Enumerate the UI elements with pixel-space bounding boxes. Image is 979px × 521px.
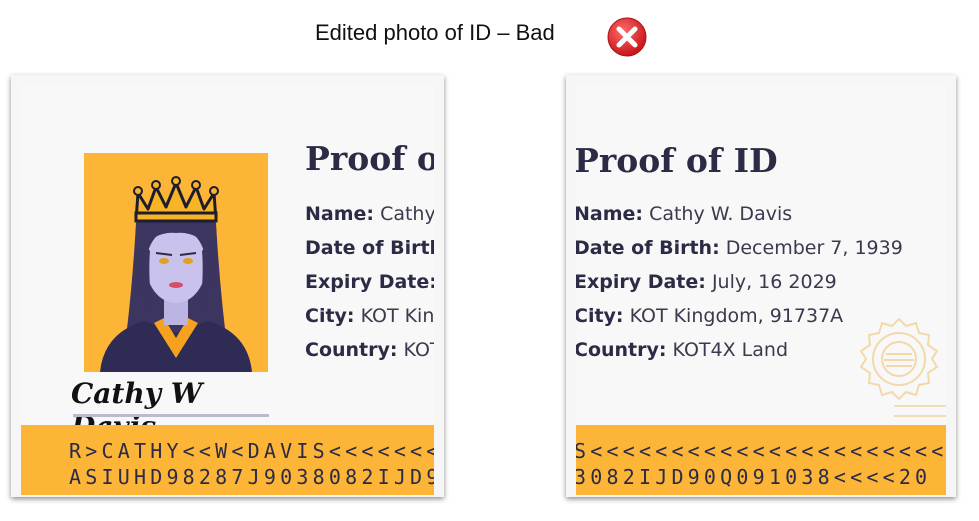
mrz-band: R>CATHY<<W<DAVIS<<<<<<<< ASIUHD98287J903…: [21, 425, 434, 495]
field-city: City: KOT Kin: [305, 305, 434, 327]
signature-underline: [73, 414, 269, 417]
seal-decoration-lines: [894, 405, 946, 425]
edited-id-card-right: Proof of ID Name: Cathy W. Davis Date of…: [566, 75, 956, 497]
mrz-line-1: R>CATHY<<W<DAVIS<<<<<<<<: [69, 439, 434, 463]
card-title: Proof of: [305, 139, 434, 178]
mrz-line-2: 3082IJD90Q091038<<<<20: [576, 465, 932, 489]
edited-id-card-left: Cathy W Davis Proof of Name: Cathy Date …: [11, 75, 444, 497]
seal-watermark-icon: [859, 317, 939, 401]
field-expiry-date: Expiry Date: July, 16 2029: [576, 271, 837, 293]
field-city: City: KOT Kingdom, 91737A: [576, 305, 844, 327]
field-date-of-birth: Date of Birth: December 7, 1939: [576, 237, 903, 259]
signature: Cathy W Davis: [71, 377, 203, 443]
header: Edited photo of ID – Bad: [0, 16, 979, 57]
mrz-line-2: ASIUHD98287J9038082IJD90: [69, 465, 434, 489]
queen-avatar-icon: [100, 176, 252, 372]
page-title: Edited photo of ID – Bad: [315, 20, 555, 45]
field-name: Name: Cathy: [305, 203, 434, 225]
field-date-of-birth: Date of Birth: [305, 237, 434, 259]
field-expiry-date: Expiry Date: .: [305, 271, 434, 293]
mrz-band: S<<<<<<<<<<<<<<<<<<<<<< 3082IJD90Q091038…: [576, 425, 946, 495]
red-x-circle-icon: [607, 17, 647, 57]
field-name: Name: Cathy W. Davis: [576, 203, 793, 225]
card-title: Proof of ID: [576, 141, 778, 180]
mrz-line-1: S<<<<<<<<<<<<<<<<<<<<<<: [576, 439, 946, 463]
field-country: Country: KOT4X Land: [576, 339, 789, 361]
field-country: Country: KOT: [305, 339, 434, 361]
avatar-portrait: [84, 153, 268, 372]
